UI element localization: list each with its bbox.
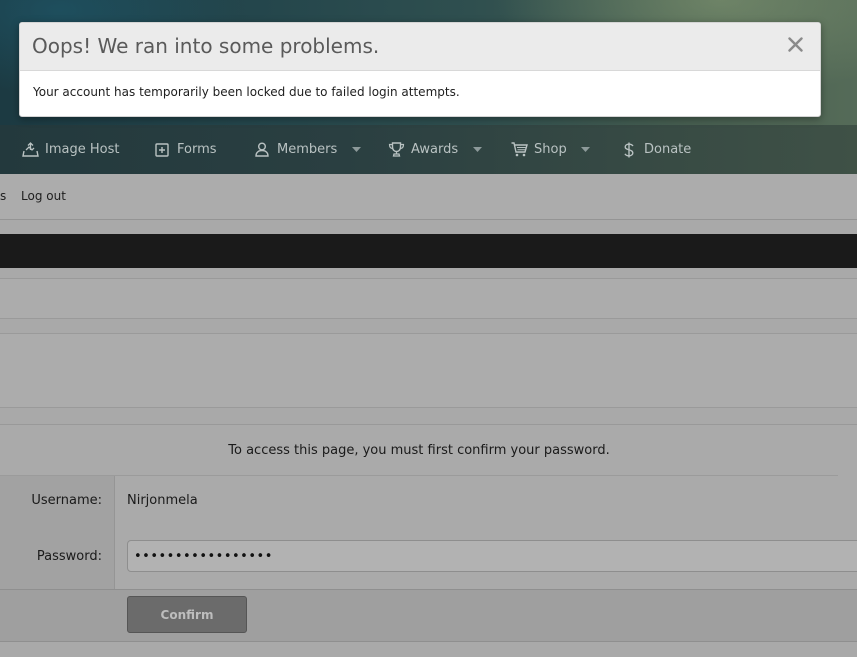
logout-link[interactable]: Log out (21, 189, 66, 203)
trophy-icon (387, 141, 405, 159)
sub-nav: s Log out (0, 174, 857, 220)
confirm-button[interactable]: Confirm (127, 596, 247, 633)
chevron-down-icon[interactable] (472, 145, 482, 155)
nav-item-forms[interactable]: Forms (153, 125, 217, 174)
main-nav: Image Host Forms Members Awards Shop Don… (0, 125, 857, 174)
form-label-column: Username: Password: (0, 476, 115, 589)
nav-item-image-host[interactable]: Image Host (21, 125, 119, 174)
nav-item-label: Image Host (45, 142, 120, 157)
password-confirm-form: To access this page, you must first conf… (0, 424, 857, 642)
form-intro-text: To access this page, you must first conf… (0, 425, 838, 476)
close-icon (787, 36, 803, 56)
error-dialog: Oops! We ran into some problems. Your ac… (19, 22, 821, 117)
page-banner (0, 234, 857, 268)
plus-square-icon (153, 141, 171, 159)
image-upload-icon (21, 141, 39, 159)
username-value: Nirjonmela (127, 493, 198, 508)
nav-item-label: Members (277, 142, 338, 157)
password-field[interactable] (127, 540, 857, 572)
nav-item-awards[interactable]: Awards (387, 125, 482, 174)
subnav-link-partial[interactable]: s (0, 189, 6, 203)
nav-item-members[interactable]: Members (253, 125, 361, 174)
nav-item-label: Awards (411, 142, 459, 157)
form-footer: Confirm (0, 589, 857, 642)
page-header-area (0, 333, 857, 408)
error-dialog-message: Your account has temporarily been locked… (33, 85, 460, 99)
chevron-down-icon[interactable] (351, 145, 361, 155)
password-label: Password: (36, 549, 102, 564)
close-button[interactable] (784, 35, 806, 57)
cart-icon (510, 141, 528, 159)
nav-item-shop[interactable]: Shop (510, 125, 591, 174)
nav-item-label: Forms (177, 142, 217, 157)
nav-item-label: Donate (644, 142, 692, 157)
breadcrumb-bar (0, 278, 857, 319)
error-dialog-header: Oops! We ran into some problems. (20, 23, 820, 71)
chevron-down-icon[interactable] (581, 145, 591, 155)
dollar-icon (620, 141, 638, 159)
nav-item-donate[interactable]: Donate (620, 125, 691, 174)
nav-item-label: Shop (534, 142, 567, 157)
user-icon (253, 141, 271, 159)
username-label: Username: (31, 493, 102, 508)
error-dialog-title: Oops! We ran into some problems. (32, 34, 380, 58)
